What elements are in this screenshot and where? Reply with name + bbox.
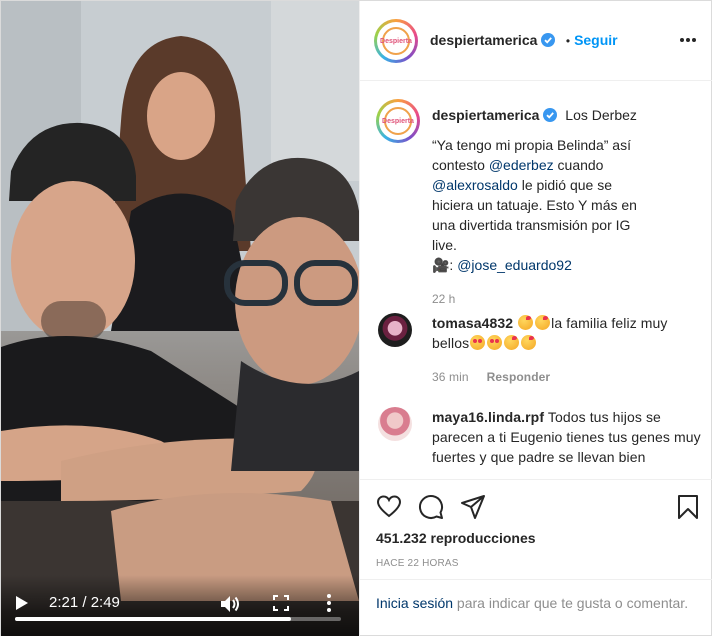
post-age[interactable]: HACE 22 HORAS bbox=[376, 558, 459, 569]
video-progress-fill bbox=[15, 617, 291, 621]
mention-alexrosaldo[interactable]: @alexrosaldo bbox=[432, 177, 518, 193]
comment-username[interactable]: maya16.linda.rpf bbox=[432, 409, 544, 425]
video-player[interactable]: 2:21 / 2:49 bbox=[1, 1, 359, 636]
video-time: 2:21 / 2:49 bbox=[49, 594, 120, 611]
volume-icon[interactable] bbox=[220, 595, 240, 613]
kiss-emoji-icon bbox=[535, 315, 551, 330]
login-text: para indicar que te gusta o comentar. bbox=[453, 595, 689, 611]
play-icon[interactable] bbox=[15, 595, 29, 611]
comment-icon[interactable] bbox=[418, 494, 444, 520]
caption-username[interactable]: despiertamerica bbox=[432, 107, 539, 123]
comment-meta: 36 min Responder bbox=[432, 367, 701, 387]
post-header: Despierta despiertamerica • Seguir bbox=[360, 1, 712, 81]
reply-button[interactable]: Responder bbox=[487, 370, 551, 384]
caption-title: Los Derbez bbox=[565, 107, 637, 123]
bookmark-icon[interactable] bbox=[677, 494, 699, 520]
heart-eyes-emoji-icon bbox=[487, 335, 503, 350]
video-frame bbox=[1, 1, 359, 636]
login-prompt: Inicia sesión para indicar que te gusta … bbox=[360, 579, 712, 636]
avatar-logo: Despierta bbox=[382, 107, 414, 135]
comment-avatar[interactable] bbox=[378, 313, 412, 347]
header-separator: • bbox=[565, 34, 571, 48]
share-icon[interactable] bbox=[460, 494, 486, 520]
verified-badge-icon bbox=[541, 33, 556, 47]
comment-time[interactable]: 36 min bbox=[432, 370, 469, 384]
comment-body: tomasa4832 la familia feliz muy bellos 3… bbox=[432, 313, 701, 387]
caption-body: “Ya tengo mi propia Belinda” así contest… bbox=[432, 135, 652, 275]
more-vertical-icon[interactable] bbox=[326, 593, 332, 613]
comment-body: maya16.linda.rpf Todos tus hijos se pare… bbox=[432, 407, 701, 467]
caption-text-2: cuando bbox=[553, 157, 604, 173]
login-link[interactable]: Inicia sesión bbox=[376, 595, 453, 611]
caption-avatar[interactable]: Despierta bbox=[376, 99, 420, 143]
caption-time[interactable]: 22 h bbox=[432, 289, 701, 309]
camera-emoji: 🎥: bbox=[432, 257, 458, 273]
views-count[interactable]: 451.232 reproducciones bbox=[376, 530, 536, 546]
mention-ederbez[interactable]: @ederbez bbox=[489, 157, 554, 173]
caption: Despierta despiertamerica Los Derbez “Ya… bbox=[376, 99, 701, 306]
video-progress-bar[interactable] bbox=[15, 617, 341, 621]
post-side-panel: Despierta despiertamerica • Seguir Despie… bbox=[359, 1, 712, 636]
header-username[interactable]: despiertamerica bbox=[430, 32, 537, 48]
comment-avatar[interactable] bbox=[378, 407, 412, 441]
video-controls: 2:21 / 2:49 bbox=[1, 575, 359, 636]
caption-text: despiertamerica Los Derbez “Ya tengo mi … bbox=[432, 105, 701, 309]
kiss-emoji-icon bbox=[504, 335, 520, 350]
mention-jose-eduardo92[interactable]: @jose_eduardo92 bbox=[457, 257, 572, 273]
heart-icon[interactable] bbox=[376, 494, 402, 520]
more-options-icon[interactable] bbox=[679, 37, 697, 43]
verified-badge-icon bbox=[543, 108, 558, 122]
header-line: despiertamerica • Seguir bbox=[430, 32, 618, 50]
kiss-emoji-icon bbox=[521, 335, 537, 350]
kiss-emoji-icon bbox=[518, 315, 534, 330]
avatar[interactable]: Despierta bbox=[374, 19, 418, 63]
heart-eyes-emoji-icon bbox=[470, 335, 486, 350]
instagram-post: 2:21 / 2:49 Despierta despiertamerica • … bbox=[0, 0, 712, 636]
comment-item: maya16.linda.rpf Todos tus hijos se pare… bbox=[376, 407, 701, 477]
avatar-logo: Despierta bbox=[380, 27, 412, 55]
comments-list[interactable]: Despierta despiertamerica Los Derbez “Ya… bbox=[360, 81, 712, 479]
fullscreen-icon[interactable] bbox=[273, 595, 289, 611]
comment-username[interactable]: tomasa4832 bbox=[432, 315, 513, 331]
follow-button[interactable]: Seguir bbox=[574, 32, 618, 48]
action-bar: 451.232 reproducciones HACE 22 HORAS bbox=[360, 479, 712, 575]
comment-item: tomasa4832 la familia feliz muy bellos 3… bbox=[376, 313, 701, 384]
